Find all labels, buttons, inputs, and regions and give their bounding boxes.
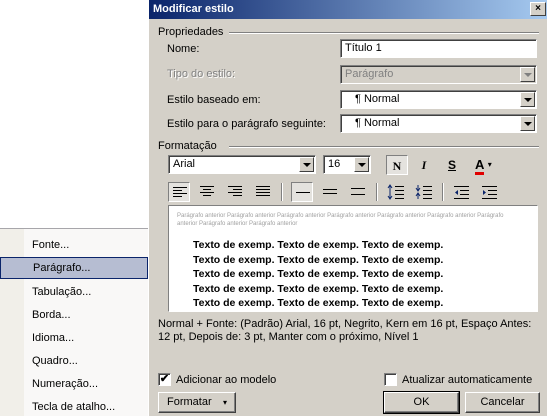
menu-item-tabulacao[interactable]: Tabulação... — [0, 281, 148, 303]
menu-item-paragrafo[interactable]: Parágrafo... — [0, 257, 148, 279]
preview-line: Texto de exemp. Texto de exemp. Texto de… — [193, 253, 444, 266]
dialog-title: Modificar estilo — [153, 3, 234, 15]
menu-item-quadro[interactable]: Quadro... — [0, 350, 148, 372]
next-style-label: Estilo para o parágrafo seguinte: — [167, 118, 326, 130]
align-right-icon — [228, 186, 242, 198]
preview-previous-paragraph: Parágrafo anterior Parágrafo anterior Pa… — [177, 213, 504, 227]
italic-button[interactable]: I — [413, 155, 435, 175]
style-type-label: Tipo do estilo: — [167, 68, 236, 80]
decrease-indent-button[interactable] — [451, 182, 473, 202]
single-spacing-button[interactable] — [291, 182, 313, 202]
ok-button[interactable]: OK — [383, 391, 460, 414]
spacing-increase-icon — [387, 184, 404, 200]
font-dropdown-icon[interactable] — [299, 157, 314, 172]
toolbar-separator — [442, 183, 444, 201]
spacing-decrease-icon — [415, 185, 432, 199]
justify-icon — [256, 186, 270, 198]
underline-button[interactable]: S — [441, 155, 463, 175]
next-style-dropdown-icon[interactable] — [520, 116, 535, 131]
add-to-template-checkbox[interactable]: ✔ — [158, 373, 171, 386]
format-button[interactable]: Formatar ▾ — [158, 392, 236, 413]
chevron-down-icon: ▾ — [487, 160, 492, 169]
properties-group-label: Propriedades — [158, 26, 224, 38]
chevron-down-icon: ▾ — [222, 398, 227, 407]
single-spacing-icon — [296, 192, 310, 204]
preview-line: Texto de exemp. Texto de exemp. Texto de… — [193, 297, 444, 309]
dialog-titlebar: Modificar estilo × — [149, 0, 547, 19]
font-size-select[interactable]: 16 — [323, 155, 371, 174]
justify-button[interactable] — [252, 182, 274, 202]
decrease-spacing-before-button[interactable] — [413, 182, 435, 202]
modify-style-dialog: Modificar estilo × Propriedades Nome: Tí… — [148, 0, 547, 416]
style-description: Normal + Fonte: (Padrão) Arial, 16 pt, N… — [158, 318, 532, 343]
increase-spacing-before-button[interactable] — [385, 182, 407, 202]
one-half-spacing-icon — [323, 189, 337, 201]
align-center-button[interactable] — [196, 182, 218, 202]
align-left-icon — [173, 187, 187, 199]
preview-line: Texto de exemp. Texto de exemp. Texto de… — [193, 268, 444, 280]
style-preview: Parágrafo anterior Parágrafo anterior Pa… — [168, 205, 538, 312]
double-spacing-button[interactable] — [347, 182, 369, 202]
based-on-label: Estilo baseado em: — [167, 94, 261, 106]
close-button[interactable]: × — [530, 2, 546, 16]
style-type-dropdown-icon — [520, 67, 535, 82]
increase-indent-icon — [482, 186, 497, 199]
double-spacing-icon — [351, 188, 365, 200]
font-value: Arial — [173, 158, 196, 170]
bold-button[interactable]: N — [386, 155, 408, 175]
decrease-indent-icon — [454, 186, 469, 199]
font-color-icon: A — [475, 158, 485, 175]
toolbar-separator — [376, 183, 378, 201]
properties-divider — [229, 32, 539, 34]
based-on-dropdown-icon[interactable] — [520, 92, 535, 107]
preview-line: Texto de exemp. Texto de exemp. Texto de… — [193, 239, 444, 251]
based-on-value: ¶ Normal — [355, 93, 400, 105]
align-right-button[interactable] — [224, 182, 246, 202]
format-popup-menu: Fonte... Parágrafo... Tabulação... Borda… — [0, 228, 152, 416]
font-size-dropdown-icon[interactable] — [354, 157, 369, 172]
preview-line: Texto de exemp. Texto de exemp. Texto de… — [193, 282, 444, 295]
align-center-icon — [200, 186, 214, 198]
menu-item-idioma[interactable]: Idioma... — [0, 327, 148, 349]
font-color-button[interactable]: A ▾ — [471, 155, 501, 175]
next-style-value: ¶ Normal — [355, 117, 400, 129]
style-type-value: Parágrafo — [345, 68, 394, 80]
cancel-button[interactable]: Cancelar — [465, 392, 540, 413]
one-half-spacing-button[interactable] — [319, 182, 341, 202]
name-input[interactable]: Título 1 — [340, 39, 537, 58]
auto-update-checkbox[interactable] — [384, 373, 397, 386]
style-type-select: Parágrafo — [340, 65, 537, 84]
add-to-template-label: Adicionar ao modelo — [176, 374, 277, 386]
preview-sample-text: Texto de exemp. Texto de exemp. Texto de… — [193, 238, 443, 311]
next-style-select[interactable]: ¶ Normal — [340, 114, 537, 133]
based-on-select[interactable]: ¶ Normal — [340, 90, 537, 109]
menu-item-tecla-atalho[interactable]: Tecla de atalho... — [0, 396, 148, 418]
menu-item-numeracao[interactable]: Numeração... — [0, 373, 148, 395]
menu-item-fonte[interactable]: Fonte... — [0, 234, 148, 256]
formatting-group-label: Formatação — [158, 140, 217, 152]
format-button-label: Formatar — [167, 396, 212, 408]
toolbar-separator — [281, 183, 283, 201]
name-label: Nome: — [167, 43, 200, 55]
font-select[interactable]: Arial — [168, 155, 316, 174]
font-size-value: 16 — [328, 158, 341, 170]
menu-item-borda[interactable]: Borda... — [0, 304, 148, 326]
formatting-divider — [229, 146, 539, 148]
align-left-button[interactable] — [168, 182, 190, 202]
increase-indent-button[interactable] — [479, 182, 501, 202]
auto-update-label: Atualizar automaticamente — [402, 374, 533, 386]
